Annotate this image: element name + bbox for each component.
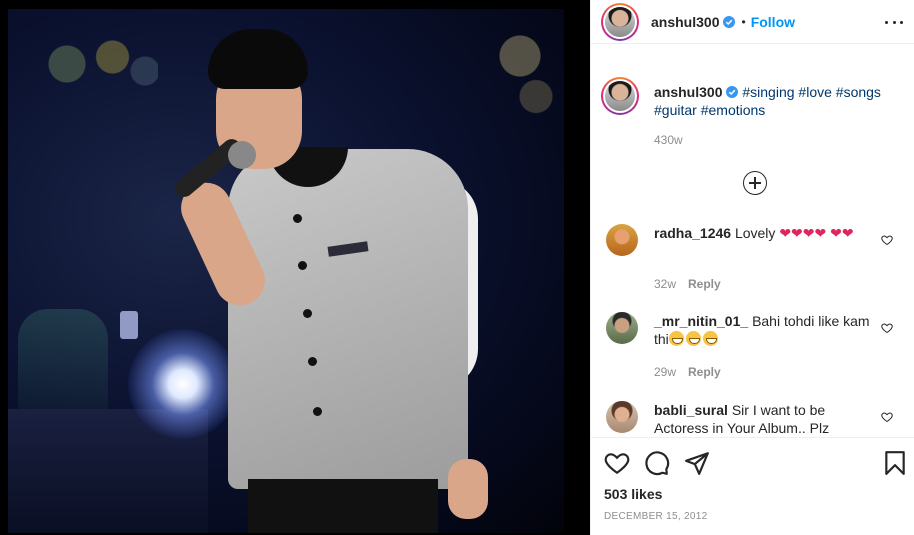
heart-emoji: ❤ [830,225,842,241]
grinning-emoji [668,331,684,346]
vest-button [293,214,302,223]
reply-button[interactable]: Reply [688,277,721,291]
hair [208,29,308,89]
heart-emoji: ❤ [814,225,827,241]
grinning-emoji [685,331,701,346]
vest-button [298,261,307,270]
post-side-panel: anshul300 • Follow anshul300 #singing #l… [590,0,914,535]
post-actions-bar: 503 likes DECEMBER 15, 2012 [591,437,914,535]
heart-icon[interactable] [604,450,630,476]
verified-badge-icon [723,15,736,28]
comment-like-heart-icon[interactable] [881,411,893,423]
trousers [248,479,438,533]
commenter-username[interactable]: babli_sural [654,402,728,418]
comment-text: _mr_nitin_01_ Bahi tohdi like kam thi [654,312,884,348]
comment-text: babli_sural Sir I want to be Actoress in… [654,401,864,437]
hashtag-link[interactable]: #songs [836,84,881,100]
heart-emoji: ❤ [791,225,803,241]
hand-with-watch [448,459,488,519]
comments-section[interactable]: anshul300 #singing #love #songs #guitar … [591,71,914,437]
likes-count[interactable]: 503 likes [604,486,662,502]
vest-button [308,357,317,366]
vest-button [313,407,322,416]
post-header: anshul300 • Follow [591,0,914,44]
more-options-icon[interactable] [885,13,903,31]
commenter-avatar[interactable] [606,401,638,433]
comment-meta: 32w Reply [654,277,721,291]
commenter-avatar[interactable] [606,312,638,344]
verified-badge-icon [726,86,739,98]
grey-vest [228,149,468,489]
paper-plane-icon[interactable] [684,450,710,476]
follow-button[interactable]: Follow [751,14,795,30]
background-balloons [28,29,158,99]
hashtag-link[interactable]: #guitar [654,102,697,118]
vest-button [303,309,312,318]
comment-timestamp[interactable]: 29w [654,365,676,379]
heart-emoji: ❤ [779,225,792,241]
comment-meta: 29w Reply [654,365,721,379]
reply-button[interactable]: Reply [688,365,721,379]
comment-like-heart-icon[interactable] [881,234,893,246]
post-date[interactable]: DECEMBER 15, 2012 [604,511,707,522]
caption-avatar[interactable] [601,77,639,115]
commenter-avatar[interactable] [606,224,638,256]
hashtag-link[interactable]: #love [798,84,831,100]
author-avatar-image [605,6,635,37]
post-caption: anshul300 #singing #love #songs #guitar … [591,71,914,161]
comment-icon[interactable] [644,450,670,476]
grinning-emoji [702,331,718,346]
heart-emoji: ❤ [802,225,815,241]
commenter-username[interactable]: radha_1246 [654,225,731,241]
commenter-username[interactable]: _mr_nitin_01_ [654,313,748,329]
background-balloons-right [488,29,564,119]
comment-text: radha_1246 Lovely ❤❤❤❤ ❤❤ [654,224,874,242]
caption-text: anshul300 #singing #love #songs #guitar … [654,83,904,119]
photo-frame [8,9,564,533]
caption-username[interactable]: anshul300 [654,84,722,100]
post-image[interactable] [0,0,590,535]
heart-emoji: ❤ [841,225,854,241]
hashtag-link[interactable]: #singing [742,84,794,100]
author-username[interactable]: anshul300 [651,14,719,30]
separator-dot: • [741,14,746,29]
plus-circle-icon[interactable] [743,171,767,195]
bookmark-icon[interactable] [882,450,908,476]
caption-timestamp[interactable]: 430w [654,133,683,147]
author-avatar[interactable] [601,2,639,41]
comment-timestamp[interactable]: 32w [654,277,676,291]
singer-figure [158,29,498,533]
hashtag-link[interactable]: #emotions [701,102,766,118]
stage-lamp [120,311,138,339]
microphone-head [228,141,256,169]
comment-like-heart-icon[interactable] [881,322,893,334]
comment-message: Lovely [734,225,776,241]
